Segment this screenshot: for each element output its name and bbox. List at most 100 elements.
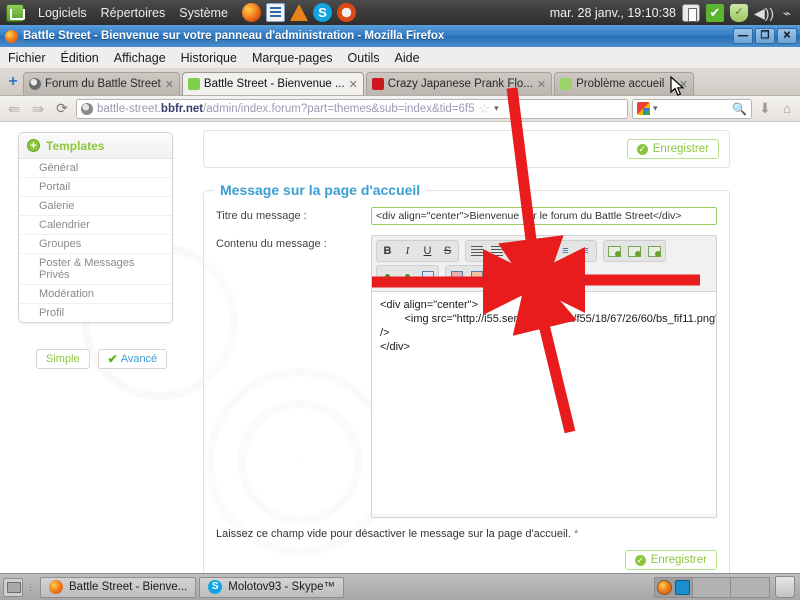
insert-table-icon[interactable] — [625, 242, 644, 260]
underline-icon[interactable]: U — [418, 242, 437, 260]
menu-edition[interactable]: Édition — [61, 51, 99, 65]
bold-icon[interactable]: B — [378, 242, 397, 260]
sidebar-item-general[interactable]: Général — [19, 159, 172, 178]
text-style-group: B I U S — [376, 240, 459, 262]
workspace-3[interactable] — [731, 578, 769, 597]
insert-media-icon[interactable] — [645, 242, 664, 260]
save-button-label: Enregistrer — [652, 143, 709, 155]
tab-battle-street-bienvenue[interactable]: Battle Street - Bienvenue ... ✕ — [181, 72, 364, 95]
align-center-icon[interactable] — [487, 242, 506, 260]
sidebar-item-calendrier[interactable]: Calendrier — [19, 216, 172, 235]
menu-affichage[interactable]: Affichage — [114, 51, 166, 65]
downloads-button[interactable]: ⬇ — [756, 100, 774, 117]
globe-favicon — [29, 78, 41, 90]
ubuntu-one-launcher-icon[interactable] — [336, 3, 356, 22]
sidebar-item-portail[interactable]: Portail — [19, 178, 172, 197]
search-engine-dropdown-icon[interactable]: ▾ — [653, 103, 658, 114]
sidebar-item-moderation[interactable]: Modération — [19, 285, 172, 304]
helper-text-row: Laissez ce champ vide pour désactiver le… — [216, 528, 717, 540]
tab-probleme-accueil[interactable]: Problème accueil ✕ — [554, 72, 695, 95]
panel-menu-logiciels[interactable]: Logiciels — [38, 6, 87, 20]
tab-forum-du-battle-street[interactable]: Forum du Battle Street ✕ — [23, 72, 180, 95]
align-justify-icon[interactable] — [527, 242, 546, 260]
update-check-tray-icon[interactable]: ✔ — [706, 3, 724, 22]
show-desktop-icon[interactable] — [3, 577, 23, 597]
unlink-icon[interactable] — [398, 267, 417, 285]
volume-tray-icon[interactable]: ◀)) — [754, 4, 774, 22]
save-check-icon: ✓ — [636, 143, 648, 155]
plus-icon[interactable]: + — [27, 139, 40, 152]
unordered-list-icon[interactable]: ≡ — [556, 242, 575, 260]
firefox-launcher-icon[interactable] — [241, 3, 261, 22]
trash-icon[interactable] — [775, 576, 795, 598]
insert-link-icon[interactable] — [378, 267, 397, 285]
back-button[interactable]: ⇚ — [4, 100, 24, 118]
vlc-launcher-icon[interactable] — [289, 4, 308, 21]
align-right-icon[interactable] — [507, 242, 526, 260]
menu-fichier[interactable]: Fichier — [8, 51, 46, 65]
forward-button[interactable]: ⇛ — [28, 100, 48, 118]
firefox-titlebar: Battle Street - Bienvenue sur votre pann… — [0, 25, 800, 47]
google-search-icon[interactable] — [637, 102, 650, 115]
save-button-top[interactable]: ✓ Enregistrer — [626, 139, 719, 159]
sidebar-item-galerie[interactable]: Galerie — [19, 197, 172, 216]
sidebar-item-groupes[interactable]: Groupes — [19, 235, 172, 254]
workspace-2[interactable] — [693, 577, 731, 597]
source-code-icon[interactable] — [515, 266, 534, 284]
italic-icon[interactable]: I — [398, 242, 417, 260]
shield-tray-icon[interactable]: ✓ — [730, 3, 748, 22]
taskbar-item-skype[interactable]: S Molotov93 - Skype™ — [199, 576, 345, 598]
new-tab-button[interactable]: + — [3, 73, 23, 95]
mint-logo-icon[interactable] — [6, 3, 25, 22]
strikethrough-icon[interactable]: S — [438, 242, 457, 260]
tab-crazy-japanese-prank[interactable]: Crazy Japanese Prank Flo... ✕ — [365, 72, 553, 95]
title-field-row: Titre du message : — [216, 207, 717, 225]
site-identity-icon[interactable] — [81, 102, 93, 115]
mode-simple-button[interactable]: Simple — [36, 349, 90, 369]
menu-marque-pages[interactable]: Marque-pages — [252, 51, 333, 65]
menu-outils[interactable]: Outils — [348, 51, 380, 65]
menu-historique[interactable]: Historique — [181, 51, 237, 65]
message-content-textarea[interactable] — [372, 292, 716, 514]
panel-menu-repertoires[interactable]: Répertoires — [101, 6, 166, 20]
writer-launcher-icon[interactable] — [265, 3, 285, 22]
mode-avance-button[interactable]: ✔ Avancé — [97, 349, 168, 369]
background-color-icon[interactable] — [467, 267, 486, 285]
message-title-input[interactable] — [371, 207, 717, 225]
tab-close-icon[interactable]: ✕ — [537, 78, 546, 91]
bookmark-star-icon[interactable]: ☆ — [478, 101, 490, 117]
special-char-icon[interactable] — [487, 267, 506, 285]
reload-button[interactable]: ⟳ — [52, 100, 72, 117]
font-color-icon[interactable] — [447, 267, 466, 285]
minimize-button[interactable]: — — [733, 28, 753, 44]
insert-image-icon[interactable] — [605, 242, 624, 260]
save-button-bottom[interactable]: ✓ Enregistrer — [624, 550, 717, 570]
close-button[interactable]: ✕ — [777, 28, 797, 44]
taskbar-item-label: Battle Street - Bienve... — [69, 581, 188, 593]
menu-aide[interactable]: Aide — [395, 51, 420, 65]
tab-close-icon[interactable]: ✕ — [679, 78, 688, 91]
tab-close-icon[interactable]: ✕ — [165, 78, 174, 91]
insert-anchor-icon[interactable] — [418, 267, 437, 285]
workspace-1[interactable] — [655, 577, 693, 597]
search-magnifier-icon[interactable]: 🔍 — [732, 102, 747, 116]
ordered-list-icon[interactable]: ≡ — [576, 242, 595, 260]
url-bar[interactable]: battle-street.bbfr.net/admin/index.forum… — [76, 98, 628, 119]
align-left-icon[interactable] — [467, 242, 486, 260]
taskbar-grip[interactable]: ⋮ — [26, 579, 35, 595]
device-tray-icon[interactable] — [682, 3, 700, 22]
panel-clock[interactable]: mar. 28 janv., 19:10:38 — [550, 6, 676, 20]
taskbar-item-firefox[interactable]: Battle Street - Bienve... — [40, 576, 197, 598]
url-dropdown-icon[interactable]: ▾ — [494, 103, 499, 114]
skype-launcher-icon[interactable]: S — [312, 3, 332, 22]
home-button[interactable]: ⌂ — [778, 101, 796, 116]
search-bar[interactable]: ▾ 🔍 — [632, 98, 752, 119]
tab-close-icon[interactable]: ✕ — [349, 78, 358, 91]
panel-menu-systeme[interactable]: Système — [179, 6, 228, 20]
sidebar-item-poster-messages-prives[interactable]: Poster & Messages Privés — [19, 254, 172, 285]
maximize-button[interactable]: ❐ — [755, 28, 775, 44]
url-prefix: battle-street. — [97, 102, 161, 115]
network-tray-icon[interactable]: ⌁ — [778, 4, 796, 22]
required-mark: * — [573, 528, 579, 540]
sidebar-item-profil[interactable]: Profil — [19, 304, 172, 322]
